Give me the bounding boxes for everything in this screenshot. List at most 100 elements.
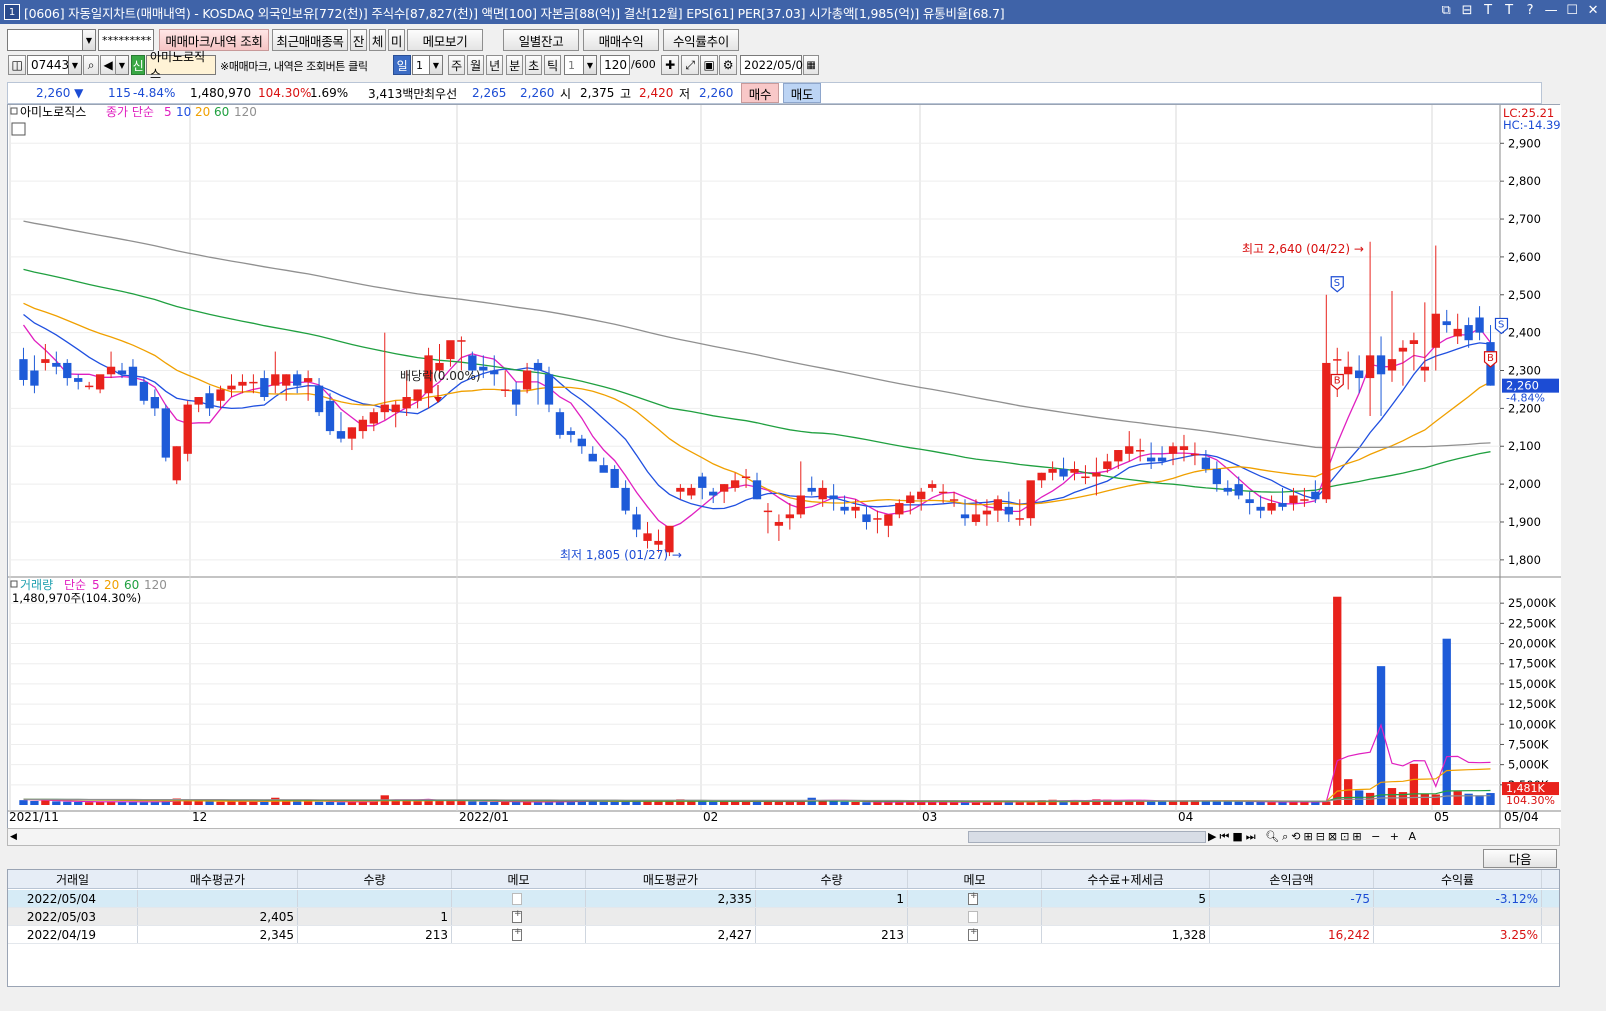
settings-gear-icon[interactable]: ⚙ [719, 55, 737, 75]
save-icon[interactable]: ▣ [700, 55, 718, 75]
volume-bar [928, 802, 937, 805]
volume-tick-label: 22,500K [1508, 616, 1556, 630]
crosshair-icon[interactable]: ✚ [661, 55, 679, 75]
period-second-tab[interactable]: 초 [525, 55, 542, 75]
volume-bar [205, 801, 214, 805]
candle-body [522, 370, 532, 390]
window-icon[interactable]: ⧉ [1439, 3, 1453, 18]
table-cell-sell_qty: 1 [756, 890, 908, 907]
period-day-tab[interactable]: 일 [393, 55, 411, 75]
candle-body [282, 374, 291, 386]
stock-code-input[interactable]: 074430 [27, 55, 77, 75]
zoom-icon[interactable]: ⤢ [681, 55, 699, 75]
candle-body [1475, 317, 1484, 333]
period-month-tab[interactable]: 월 [467, 55, 484, 75]
candle-body [862, 514, 871, 522]
pin-icon[interactable]: T [1481, 3, 1495, 18]
tick-num-input[interactable]: 1 [564, 55, 584, 75]
trade-profit-button[interactable]: 매매수익 [583, 29, 659, 51]
trade-mark-letter: B [1334, 376, 1341, 387]
price-tick-label: 2,100 [1508, 439, 1541, 453]
memo-icon[interactable] [452, 926, 586, 943]
search-icon[interactable]: ⌕ [83, 55, 99, 75]
speaker-dropdown[interactable]: ▼ [116, 55, 129, 75]
code-search-icon[interactable]: ◫ [8, 55, 26, 75]
memo-icon[interactable] [968, 927, 978, 941]
executed-button[interactable]: 체 [369, 29, 386, 51]
table-row[interactable]: 2022/05/03 2,405 1 [8, 908, 1559, 926]
return-trend-button[interactable]: 수익률추이 [663, 29, 739, 51]
recent-trades-button[interactable]: 최근매매종목 [272, 29, 348, 51]
column-header: 매수평균가 [138, 870, 298, 888]
candle-body [1289, 495, 1298, 504]
candle-body [446, 340, 455, 360]
window-number: 1 [4, 4, 20, 20]
maximize-icon[interactable]: ☐ [1565, 3, 1579, 18]
minimize-icon[interactable]: — [1544, 3, 1558, 18]
memo-icon[interactable] [512, 927, 522, 941]
candle-body [1136, 450, 1145, 452]
unfilled-button[interactable]: 미 [388, 29, 405, 51]
candle-body [840, 506, 849, 511]
chart-panel[interactable]: 2,900 2,800 2,700 2,600 2,500 2,400 2,300 2,200… [7, 104, 1561, 829]
balance-button[interactable]: 잔 [350, 29, 367, 51]
memo-icon[interactable] [512, 892, 522, 905]
candle-body [785, 514, 795, 519]
chart-scrollbar[interactable]: ◀ ▶⏮■⏭ 🔍︎⌕⟲⊞⊟⊠⊡⊞ − + A [7, 828, 1560, 846]
close-icon[interactable]: ✕ [1586, 3, 1600, 18]
count-input[interactable]: 120 [600, 55, 630, 75]
account-input[interactable] [7, 29, 83, 51]
next-button[interactable]: 다음 [1483, 849, 1557, 868]
memo-icon[interactable] [968, 891, 978, 905]
candle-body [85, 385, 94, 388]
table-row[interactable]: 2022/04/192,3452132,4272131,32816,2423.2… [8, 926, 1559, 944]
scroll-thumb[interactable] [968, 831, 1206, 843]
candle-body [884, 514, 893, 526]
stock-code-dropdown[interactable]: ▼ [69, 55, 82, 75]
candle-body [1048, 468, 1057, 473]
memo-icon[interactable] [512, 909, 522, 923]
date-input[interactable]: 2022/05/04 [740, 55, 810, 75]
candle-body [774, 521, 784, 526]
buy-button[interactable]: 매수 [741, 83, 779, 103]
tick-num-dropdown[interactable]: ▼ [584, 55, 597, 75]
candle-body [730, 480, 740, 488]
memo-icon[interactable] [452, 908, 586, 925]
candle-body [1333, 359, 1342, 361]
memo-icon[interactable] [908, 890, 1042, 907]
volume-bar [457, 800, 466, 805]
period-tick-tab[interactable]: 틱 [544, 55, 561, 75]
memo-view-button[interactable]: 메모보기 [407, 29, 483, 51]
chart-nav-icons[interactable]: ▶⏮■⏭ 🔍︎⌕⟲⊞⊟⊠⊡⊞ − + A [1208, 830, 1419, 844]
price-tick-label: 2,500 [1508, 288, 1541, 302]
sell-button[interactable]: 매도 [783, 83, 821, 103]
period-minute-tab[interactable]: 분 [506, 55, 523, 75]
calendar-icon[interactable]: ▦ [803, 55, 819, 75]
help-icon[interactable]: ? [1523, 3, 1537, 18]
period-num-input[interactable]: 1 [412, 55, 430, 75]
candle-body [172, 446, 181, 481]
toolbar-row-1: ▼ ********* 매매마크/내역 조회 최근매매종목 잔 체 미 메모보기… [0, 26, 1606, 52]
candle-body [928, 484, 937, 488]
price-volume-chart[interactable]: 2,9002,8002,7002,6002,5002,4002,3002,200… [8, 105, 1561, 829]
tile-icon[interactable]: ⊟ [1460, 3, 1474, 18]
period-year-tab[interactable]: 년 [486, 55, 503, 75]
memo-icon[interactable] [968, 910, 978, 923]
speaker-icon[interactable]: ◀ [100, 55, 116, 75]
memo-icon[interactable] [452, 890, 586, 907]
date-axis-label: 05 [1434, 810, 1449, 824]
period-num-dropdown[interactable]: ▼ [430, 55, 443, 75]
candle-body [161, 408, 170, 458]
password-field[interactable]: ********* [98, 29, 154, 51]
memo-icon[interactable] [908, 908, 1042, 925]
date-axis-label: 03 [922, 810, 937, 824]
period-week-tab[interactable]: 주 [448, 55, 465, 75]
daily-balance-button[interactable]: 일별잔고 [503, 29, 579, 51]
table-row[interactable]: 2022/05/04 2,3351 5-75-3.12% [8, 890, 1559, 908]
scroll-left-icon[interactable]: ◀ [10, 831, 22, 843]
account-dropdown[interactable]: ▼ [83, 29, 96, 51]
memo-icon[interactable] [908, 926, 1042, 943]
window-title: [0606] 자동일지차트(매매내역) - KOSDAQ 외국인보유[772(천… [24, 5, 1005, 21]
candle-body [117, 370, 127, 375]
text-icon[interactable]: T [1502, 3, 1516, 18]
